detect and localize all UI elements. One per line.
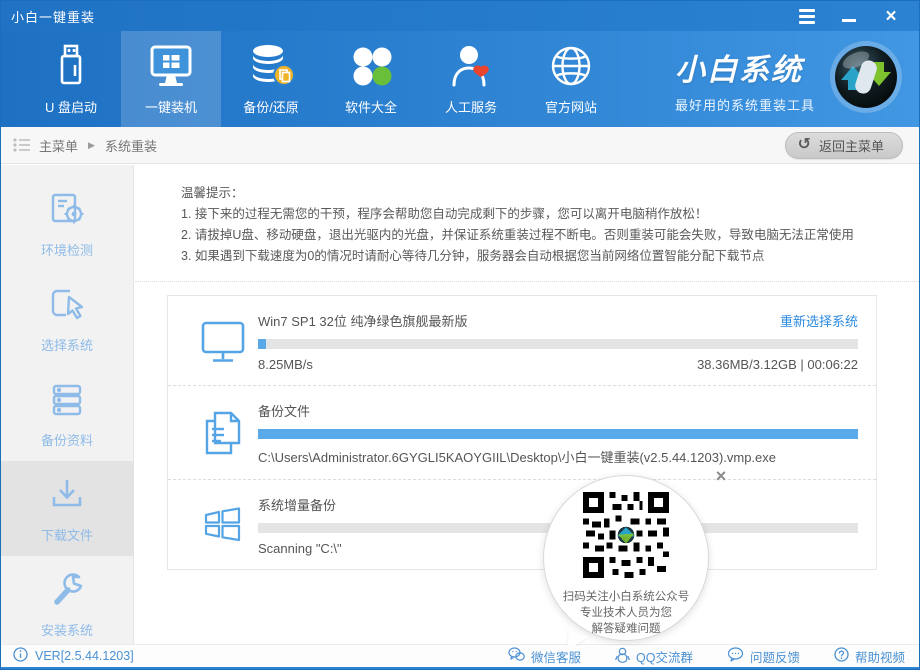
reselect-system-link[interactable]: 重新选择系统	[780, 311, 858, 330]
qr-popup-close-icon[interactable]: ×	[712, 468, 730, 486]
brand-block: 小白系统 最好用的系统重装工具	[675, 31, 919, 127]
back-to-main-menu-button[interactable]: ↺ 返回主菜单	[785, 132, 903, 159]
nav-item-official-site[interactable]: 官方网站	[521, 31, 621, 127]
download-speed: 8.25MB/s	[258, 357, 313, 372]
minimize-icon[interactable]	[839, 6, 859, 26]
back-arrow-icon: ↺	[798, 137, 811, 153]
sidebar-item-env-check[interactable]: 环境检测	[1, 176, 133, 271]
tips-line-2: 2. 请拔掉U盘、移动硬盘，退出光驱内的光盘，并保证系统重装过程不断电。否则重装…	[181, 225, 881, 246]
sidebar-item-backup-data[interactable]: 备份资料	[1, 366, 133, 461]
breadcrumb-bar: 主菜单 ▶ 系统重装 ↺ 返回主菜单	[1, 127, 919, 164]
qq-icon	[615, 647, 630, 666]
globe-icon	[548, 43, 594, 89]
env-check-icon	[45, 188, 89, 232]
qr-popup: 扫码关注小白系统公众号 专业技术人员为您 解答疑难问题	[543, 475, 709, 641]
download-file-icon	[45, 473, 89, 517]
feedback-link[interactable]: 问题反馈	[727, 647, 800, 666]
documents-icon	[188, 399, 258, 466]
qr-caption: 扫码关注小白系统公众号 专业技术人员为您 解答疑难问题	[563, 589, 690, 637]
progress-sections: Win7 SP1 32位 纯净绿色旗舰最新版 重新选择系统 8.25MB/s 3…	[167, 295, 877, 570]
qq-group-link[interactable]: QQ交流群	[615, 647, 693, 666]
help-video-icon	[834, 647, 849, 665]
usb-drive-icon	[50, 43, 92, 89]
window-controls: ×	[797, 6, 909, 26]
tips-line-1: 1. 接下来的过程无需您的干预，程序会帮助您自动完成剩下的步骤，您可以离开电脑稍…	[181, 204, 881, 225]
wechat-icon	[508, 647, 525, 665]
backup-file-path: C:\Users\Administrator.6GYGLI5KAOYGIIL\D…	[258, 447, 858, 466]
close-icon[interactable]: ×	[881, 6, 901, 26]
incremental-backup-title: 系统增量备份	[258, 495, 336, 514]
status-bar: VER[2.5.44.1203] 微信客服	[1, 644, 919, 669]
nav-item-usb-boot[interactable]: U 盘启动	[21, 31, 121, 127]
qr-code	[583, 492, 669, 583]
brand-name: 小白系统	[675, 45, 803, 89]
step-sidebar: 环境检测 选择系统 备份资料	[1, 165, 134, 646]
select-system-icon	[45, 283, 89, 327]
breadcrumb-separator-icon: ▶	[88, 140, 95, 151]
sidebar-item-select-system[interactable]: 选择系统	[1, 271, 133, 366]
list-menu-icon	[13, 138, 31, 152]
backup-file-progress-fill	[258, 429, 858, 439]
wechat-support-link[interactable]: 微信客服	[508, 647, 581, 666]
download-progress-bar	[258, 339, 858, 349]
version-info[interactable]: VER[2.5.44.1203]	[13, 647, 134, 665]
software-clover-icon	[348, 43, 394, 89]
info-icon	[13, 647, 28, 665]
download-title: Win7 SP1 32位 纯净绿色旗舰最新版	[258, 311, 468, 330]
breadcrumb-root[interactable]: 主菜单	[39, 136, 78, 155]
tips-line-3: 3. 如果遇到下载速度为0的情况时请耐心等待几分钟，服务器会自动根据您当前网络位…	[181, 246, 881, 267]
app-window: 小白一键重装 × U 盘启动	[0, 0, 920, 670]
main-content: 温馨提示： 1. 接下来的过程无需您的干预，程序会帮助您自动完成剩下的步骤，您可…	[135, 165, 920, 646]
tips-title: 温馨提示：	[181, 183, 881, 204]
footer-links: 微信客服 QQ交流群	[508, 647, 905, 666]
backup-file-title: 备份文件	[258, 401, 310, 420]
brand-tagline: 最好用的系统重装工具	[675, 95, 815, 114]
tips-block: 温馨提示： 1. 接下来的过程无需您的干预，程序会帮助您自动完成剩下的步骤，您可…	[135, 165, 920, 282]
monitor-icon	[188, 309, 258, 372]
nav-item-backup-restore[interactable]: 备份/还原	[221, 31, 321, 127]
download-progress-fill	[258, 339, 266, 349]
sidebar-item-install-system[interactable]: 安装系统	[1, 556, 133, 651]
breadcrumb-current: 系统重装	[105, 136, 157, 155]
windows-logo-icon	[188, 493, 258, 556]
brand-logo-icon	[827, 38, 905, 121]
incremental-backup-section: 系统增量备份 Scanning "C:\"	[168, 479, 876, 569]
nav-item-support[interactable]: 人工服务	[421, 31, 521, 127]
monitor-install-icon	[145, 43, 197, 89]
nav-item-one-key-install[interactable]: 一键装机	[121, 31, 221, 127]
version-text: VER[2.5.44.1203]	[35, 649, 134, 663]
nav-item-software[interactable]: 软件大全	[321, 31, 421, 127]
help-video-link[interactable]: 帮助视频	[834, 647, 905, 666]
support-person-icon	[448, 43, 494, 89]
database-backup-icon	[246, 43, 296, 89]
backup-file-section: 备份文件 C:\Users\Administrator.6GYGLI5KAOYG…	[168, 385, 876, 479]
top-navigation: U 盘启动 一键装机	[1, 31, 919, 127]
sidebar-item-download-file[interactable]: 下载文件	[1, 461, 133, 556]
menu-icon[interactable]	[797, 6, 817, 26]
feedback-bubble-icon	[727, 647, 744, 665]
backup-file-progress-bar	[258, 429, 858, 439]
backup-data-icon	[45, 378, 89, 422]
download-section: Win7 SP1 32位 纯净绿色旗舰最新版 重新选择系统 8.25MB/s 3…	[168, 296, 876, 385]
window-title: 小白一键重装	[11, 7, 95, 26]
install-system-icon	[45, 568, 89, 612]
title-bar: 小白一键重装 ×	[1, 1, 919, 31]
download-progress-text: 38.36MB/3.12GB | 00:06:22	[697, 357, 858, 372]
